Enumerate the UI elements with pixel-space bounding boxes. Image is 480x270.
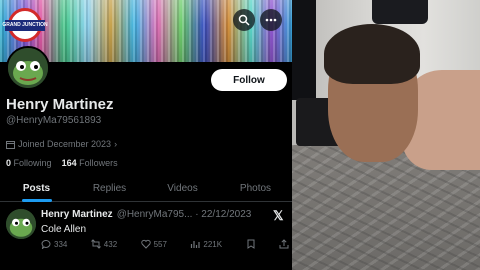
search-button[interactable] xyxy=(233,9,255,31)
like-icon xyxy=(140,239,151,249)
reply-count: 334 xyxy=(54,239,68,249)
like-button[interactable]: 557 xyxy=(140,239,167,249)
post-item[interactable]: Henry Martinez @HenryMa795... · 22/12/20… xyxy=(0,203,292,270)
tab-photos[interactable]: Photos xyxy=(219,176,292,201)
profile-avatar[interactable] xyxy=(6,46,50,90)
x-logo-icon: 𝕏 xyxy=(273,208,284,223)
bookmark-button[interactable] xyxy=(246,239,256,249)
follow-button[interactable]: Follow xyxy=(211,69,287,91)
joined-date: Joined December 2023 › xyxy=(6,139,117,149)
banner-logo-text: GRAND JUNCTION xyxy=(2,19,48,31)
repost-button[interactable]: 432 xyxy=(90,239,118,249)
more-button[interactable] xyxy=(260,9,282,31)
profile-panel: GRAND JUNCTION Follow Henry Martinez @He… xyxy=(0,0,292,270)
repost-icon xyxy=(90,239,101,249)
post-text: Cole Allen xyxy=(41,224,87,235)
post-author-name[interactable]: Henry Martinez xyxy=(41,209,113,220)
joined-text: Joined December 2023 xyxy=(18,139,112,149)
frog-avatar-image xyxy=(6,209,36,239)
post-actions: 334 432 557 221K xyxy=(41,239,289,249)
photo-legs xyxy=(292,0,316,100)
reply-button[interactable]: 334 xyxy=(41,239,67,249)
views-icon xyxy=(191,241,200,248)
like-count: 557 xyxy=(153,239,167,249)
post-header: Henry Martinez @HenryMa795... · 22/12/20… xyxy=(41,209,251,220)
attached-photo xyxy=(292,0,480,270)
chevron-right-icon: › xyxy=(114,139,118,149)
profile-name: Henry Martinez xyxy=(6,96,114,113)
bookmark-icon xyxy=(247,239,255,249)
followers-label: Followers xyxy=(79,158,118,168)
tab-replies[interactable]: Replies xyxy=(73,176,146,201)
repost-count: 432 xyxy=(103,239,118,249)
post-meta: @HenryMa795... · 22/12/2023 xyxy=(116,209,252,220)
photo-hair xyxy=(324,24,420,84)
photo-officer xyxy=(372,0,428,24)
reply-icon xyxy=(41,239,51,249)
post-avatar[interactable] xyxy=(6,209,36,239)
following-count: 0 xyxy=(6,158,12,168)
profile-handle: @HenryMa79561893 xyxy=(6,115,102,126)
profile-tabs: Posts Replies Videos Photos xyxy=(0,176,292,202)
tab-posts[interactable]: Posts xyxy=(0,176,73,202)
follow-counts: 0 Following 164 Followers xyxy=(6,158,118,168)
share-button[interactable] xyxy=(279,239,289,249)
tab-videos[interactable]: Videos xyxy=(146,176,219,201)
following-label: Following xyxy=(13,158,52,168)
calendar-icon xyxy=(6,140,15,149)
views-button[interactable]: 221K xyxy=(190,239,222,249)
followers-count: 164 xyxy=(61,158,77,168)
search-icon xyxy=(238,14,250,26)
more-icon xyxy=(265,18,277,22)
views-count: 221K xyxy=(203,239,223,249)
frog-avatar-image xyxy=(8,48,48,88)
followers-link[interactable]: 164 Followers xyxy=(62,158,118,168)
banner-logo: GRAND JUNCTION xyxy=(2,8,48,42)
share-icon xyxy=(279,239,289,249)
following-link[interactable]: 0 Following xyxy=(6,158,52,168)
